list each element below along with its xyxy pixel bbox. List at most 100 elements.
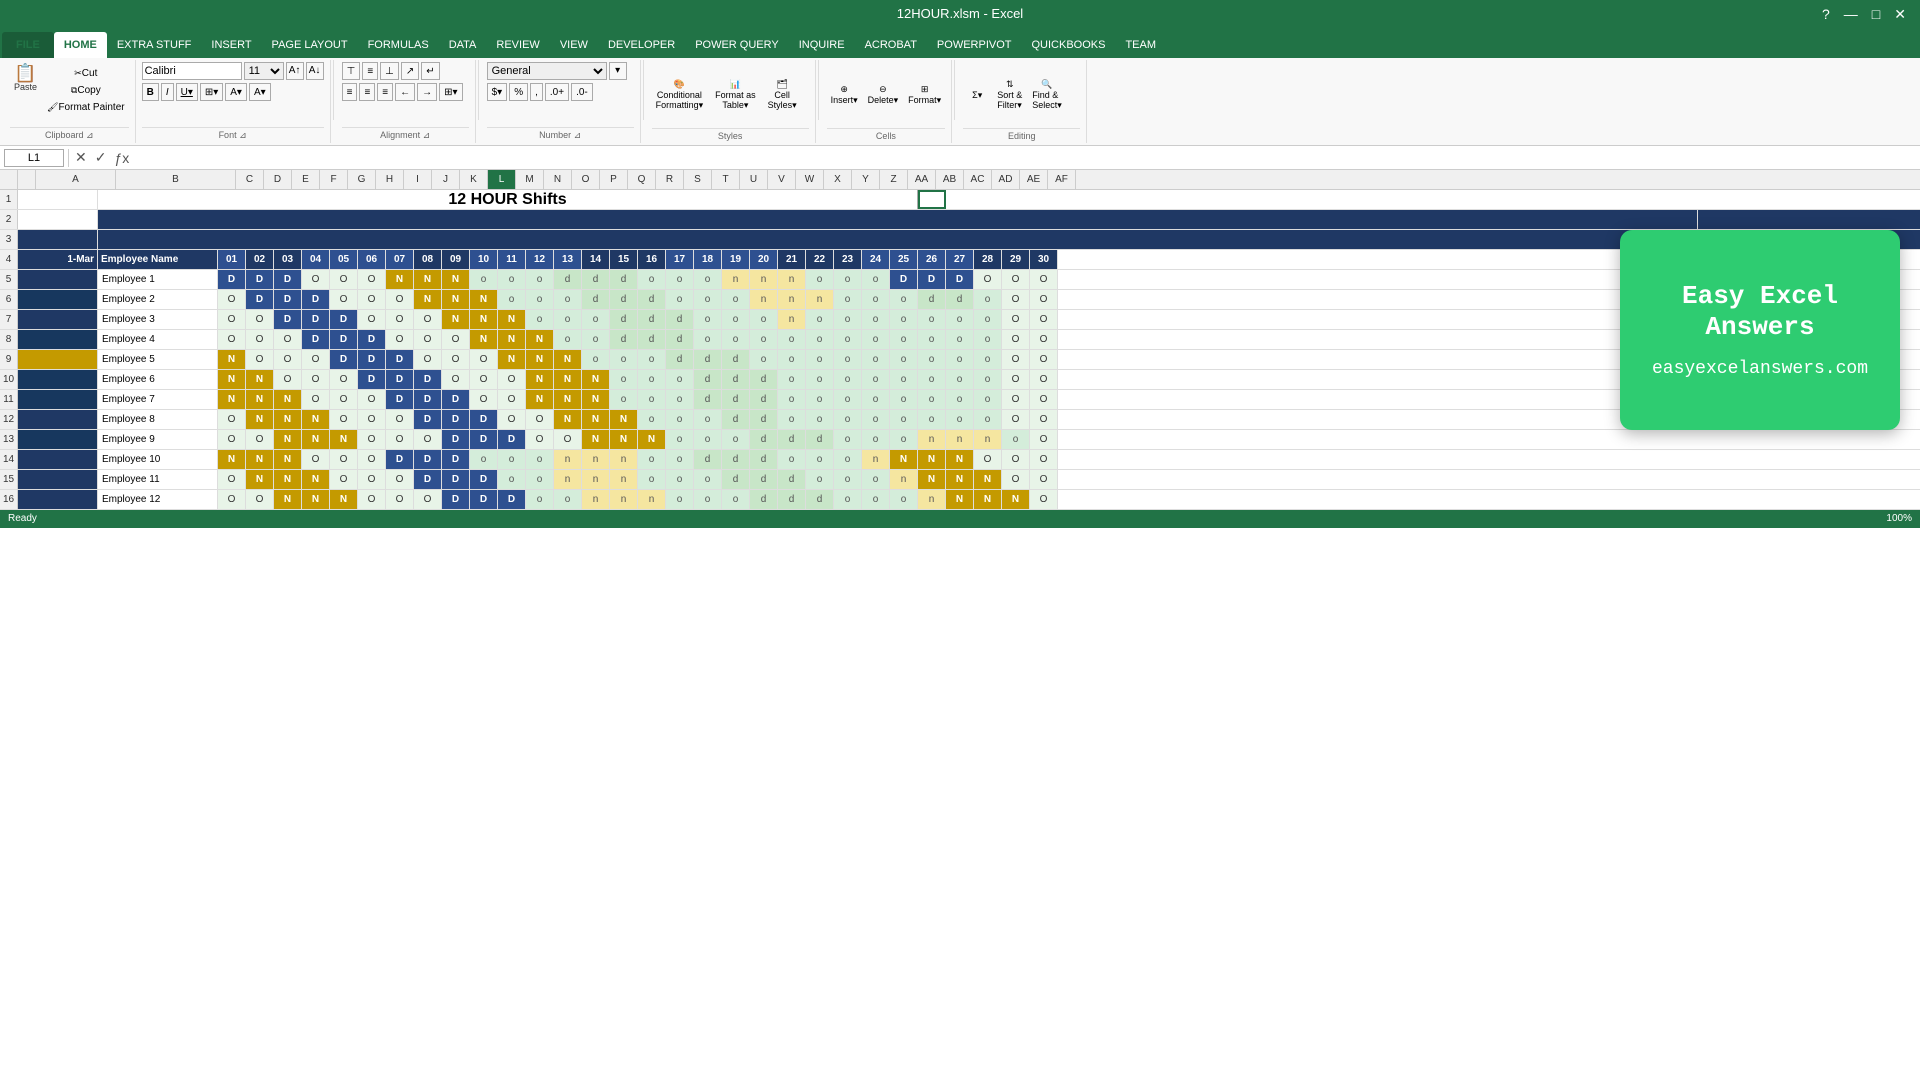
cell-shift-10-20[interactable]: o <box>778 370 806 389</box>
cell-shift-9-5[interactable]: D <box>358 350 386 369</box>
cell-shift-5-29[interactable]: O <box>1030 270 1058 289</box>
cell-shift-8-18[interactable]: o <box>722 330 750 349</box>
cell-shift-8-13[interactable]: o <box>582 330 610 349</box>
cut-button[interactable]: ✂ Cut <box>43 66 129 81</box>
row-header-10[interactable]: 10 <box>0 370 18 389</box>
cell-shift-7-11[interactable]: o <box>526 310 554 329</box>
cell-shift-12-1[interactable]: N <box>246 410 274 429</box>
cell-B13[interactable]: Employee 9 <box>98 430 218 449</box>
cell-shift-15-0[interactable]: O <box>218 470 246 489</box>
cell-shift-16-24[interactable]: o <box>890 490 918 509</box>
cell-shift-14-24[interactable]: N <box>890 450 918 469</box>
row-header-12[interactable]: 12 <box>0 410 18 429</box>
cell-shift-12-27[interactable]: o <box>974 410 1002 429</box>
cell-A9[interactable] <box>18 350 98 369</box>
cell-shift-7-14[interactable]: d <box>610 310 638 329</box>
cell-shift-7-24[interactable]: o <box>890 310 918 329</box>
cell-shift-9-10[interactable]: N <box>498 350 526 369</box>
cell-shift-14-2[interactable]: N <box>274 450 302 469</box>
cell-B9[interactable]: Employee 5 <box>98 350 218 369</box>
cell-shift-11-7[interactable]: D <box>414 390 442 409</box>
formula-input[interactable] <box>135 149 1916 167</box>
col-header-D[interactable]: D <box>264 170 292 189</box>
cell-shift-8-15[interactable]: d <box>638 330 666 349</box>
cell-shift-13-16[interactable]: o <box>666 430 694 449</box>
cell-shift-9-8[interactable]: O <box>442 350 470 369</box>
cell-shift-15-11[interactable]: o <box>526 470 554 489</box>
cell-shift-13-13[interactable]: N <box>582 430 610 449</box>
cell-shift-9-17[interactable]: d <box>694 350 722 369</box>
cell-shift-15-6[interactable]: O <box>386 470 414 489</box>
cell-Y4[interactable]: 23 <box>834 250 862 269</box>
cell-shift-11-6[interactable]: D <box>386 390 414 409</box>
cell-shift-5-18[interactable]: n <box>722 270 750 289</box>
cell-D4[interactable]: 02 <box>246 250 274 269</box>
cell-shift-12-14[interactable]: N <box>610 410 638 429</box>
cell-shift-9-11[interactable]: N <box>526 350 554 369</box>
font-name-input[interactable] <box>142 62 242 80</box>
cell-shift-8-7[interactable]: O <box>414 330 442 349</box>
corner-cell[interactable] <box>0 170 18 189</box>
font-color-button[interactable]: A▾ <box>249 83 271 101</box>
col-header-Q[interactable]: Q <box>628 170 656 189</box>
cell-shift-14-7[interactable]: D <box>414 450 442 469</box>
tab-review[interactable]: REVIEW <box>486 32 549 58</box>
decrease-font-button[interactable]: A↓ <box>306 62 324 80</box>
col-header-AE[interactable]: AE <box>1020 170 1048 189</box>
cell-AB4[interactable]: 26 <box>918 250 946 269</box>
fill-color-button[interactable]: A▾ <box>225 83 247 101</box>
cell-shift-14-26[interactable]: N <box>946 450 974 469</box>
cell-shift-10-24[interactable]: o <box>890 370 918 389</box>
cell-shift-12-17[interactable]: o <box>694 410 722 429</box>
cell-A16[interactable] <box>18 490 98 509</box>
cell-shift-8-23[interactable]: o <box>862 330 890 349</box>
border-button[interactable]: ⊞▾ <box>200 83 223 101</box>
cell-shift-7-21[interactable]: o <box>806 310 834 329</box>
cell-shift-16-22[interactable]: o <box>834 490 862 509</box>
tab-inquire[interactable]: INQUIRE <box>789 32 855 58</box>
cell-shift-8-2[interactable]: O <box>274 330 302 349</box>
cell-shift-9-15[interactable]: o <box>638 350 666 369</box>
cell-shift-5-13[interactable]: d <box>582 270 610 289</box>
cell-shift-11-3[interactable]: O <box>302 390 330 409</box>
cell-shift-10-4[interactable]: O <box>330 370 358 389</box>
cell-shift-9-26[interactable]: o <box>946 350 974 369</box>
cell-A10[interactable] <box>18 370 98 389</box>
cell-shift-14-3[interactable]: O <box>302 450 330 469</box>
cell-A8[interactable] <box>18 330 98 349</box>
cell-R4[interactable]: 16 <box>638 250 666 269</box>
tab-insert[interactable]: INSERT <box>201 32 261 58</box>
cell-shift-7-28[interactable]: O <box>1002 310 1030 329</box>
tab-quickbooks[interactable]: QuickBooks <box>1021 32 1115 58</box>
cell-shift-6-21[interactable]: n <box>806 290 834 309</box>
col-header-M[interactable]: M <box>516 170 544 189</box>
cell-shift-12-10[interactable]: O <box>498 410 526 429</box>
cell-shift-10-29[interactable]: O <box>1030 370 1058 389</box>
cell-shift-15-19[interactable]: d <box>750 470 778 489</box>
cell-shift-13-14[interactable]: N <box>610 430 638 449</box>
cell-shift-16-2[interactable]: N <box>274 490 302 509</box>
cell-shift-12-11[interactable]: O <box>526 410 554 429</box>
col-header-AC[interactable]: AC <box>964 170 992 189</box>
cell-shift-16-11[interactable]: o <box>526 490 554 509</box>
cell-AA4[interactable]: 25 <box>890 250 918 269</box>
col-header-F[interactable]: F <box>320 170 348 189</box>
cell-shift-7-19[interactable]: o <box>750 310 778 329</box>
format-painter-button[interactable]: 🖌 Format Painter <box>43 100 129 115</box>
col-header-R[interactable]: R <box>656 170 684 189</box>
cell-shift-5-28[interactable]: O <box>1002 270 1030 289</box>
cell-shift-7-18[interactable]: o <box>722 310 750 329</box>
cell-shift-12-3[interactable]: N <box>302 410 330 429</box>
cell-shift-10-23[interactable]: o <box>862 370 890 389</box>
cell-shift-13-9[interactable]: D <box>470 430 498 449</box>
row-header-1[interactable]: 1 <box>0 190 18 209</box>
cell-shift-7-15[interactable]: d <box>638 310 666 329</box>
cell-shift-7-7[interactable]: O <box>414 310 442 329</box>
cell-shift-9-19[interactable]: o <box>750 350 778 369</box>
col-header-B[interactable]: B <box>116 170 236 189</box>
underline-button[interactable]: U▾ <box>176 83 198 101</box>
cell-shift-11-16[interactable]: o <box>666 390 694 409</box>
cell-shift-10-11[interactable]: N <box>526 370 554 389</box>
cell-shift-6-10[interactable]: o <box>498 290 526 309</box>
bold-button[interactable]: B <box>142 83 159 101</box>
